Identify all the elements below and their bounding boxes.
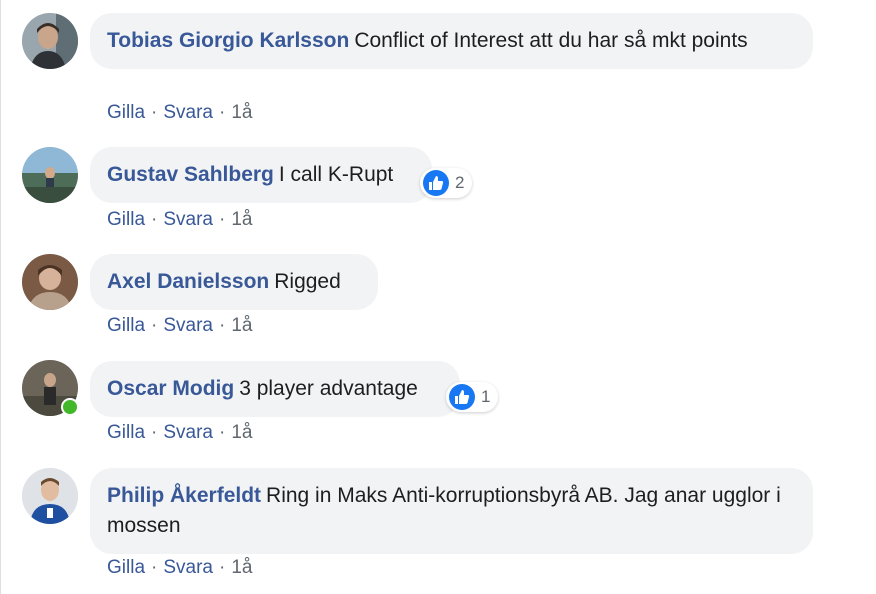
avatar[interactable] [22,254,78,310]
comment-actions: Gilla · Svara · 1å [107,556,252,580]
separator: · [151,422,158,443]
online-status-icon [61,398,79,416]
feed-border [0,0,1,594]
comment-author[interactable]: Gustav Sahlberg [107,163,274,186]
like-icon [423,170,449,196]
like-link[interactable]: Gilla [107,102,145,123]
comment-bubble: Gustav Sahlberg I call K-Rupt [90,147,432,203]
comment-text: Rigged [274,270,341,293]
reaction-badge[interactable]: 2 [420,168,473,198]
like-icon [449,384,475,410]
comment-timestamp[interactable]: 1å [231,315,252,336]
separator: · [218,209,226,230]
separator: · [151,557,158,578]
avatar[interactable] [22,468,78,524]
like-link[interactable]: Gilla [107,422,145,443]
reaction-count: 2 [455,173,465,192]
separator: · [151,102,158,123]
comment-bubble: Philip Åkerfeldt Ring in Maks Anti-korrup… [90,468,813,554]
like-link[interactable]: Gilla [107,557,145,578]
comment-actions: Gilla · Svara · 1å [107,101,252,125]
comment-bubble: Oscar Modig 3 player advantage [90,361,460,417]
separator: · [151,209,158,230]
comment-timestamp[interactable]: 1å [231,102,252,123]
separator: · [218,315,226,336]
avatar[interactable] [22,13,78,69]
comment-actions: Gilla · Svara · 1å [107,421,252,445]
reaction-badge[interactable]: 1 [446,382,499,412]
separator: · [218,422,226,443]
separator: · [218,557,226,578]
reply-link[interactable]: Svara [163,315,213,336]
comment-bubble: Axel Danielsson Rigged [90,254,378,310]
comment-text: 3 player advantage [239,377,418,400]
reply-link[interactable]: Svara [163,209,213,230]
avatar[interactable] [22,147,78,203]
reaction-count: 1 [481,387,491,406]
reply-link[interactable]: Svara [163,557,213,578]
comment-text: I call K-Rupt [278,163,394,186]
like-link[interactable]: Gilla [107,315,145,336]
like-link[interactable]: Gilla [107,209,145,230]
comment-author[interactable]: Axel Danielsson [107,270,269,293]
comment-timestamp[interactable]: 1å [231,209,252,230]
comment-author[interactable]: Oscar Modig [107,377,234,400]
separator: · [218,102,226,123]
comment-author[interactable]: Philip Åkerfeldt [107,484,261,507]
comment-text: Conflict of Interest att du har så mkt p… [354,29,748,52]
comment-actions: Gilla · Svara · 1å [107,208,252,232]
comment-timestamp[interactable]: 1å [231,557,252,578]
reply-link[interactable]: Svara [163,102,213,123]
comment-bubble: Tobias Giorgio Karlsson Conflict of Inter… [90,13,813,69]
separator: · [151,315,158,336]
reply-link[interactable]: Svara [163,422,213,443]
comment-author[interactable]: Tobias Giorgio Karlsson [107,29,349,52]
comment-actions: Gilla · Svara · 1å [107,314,252,338]
comment-timestamp[interactable]: 1å [231,422,252,443]
